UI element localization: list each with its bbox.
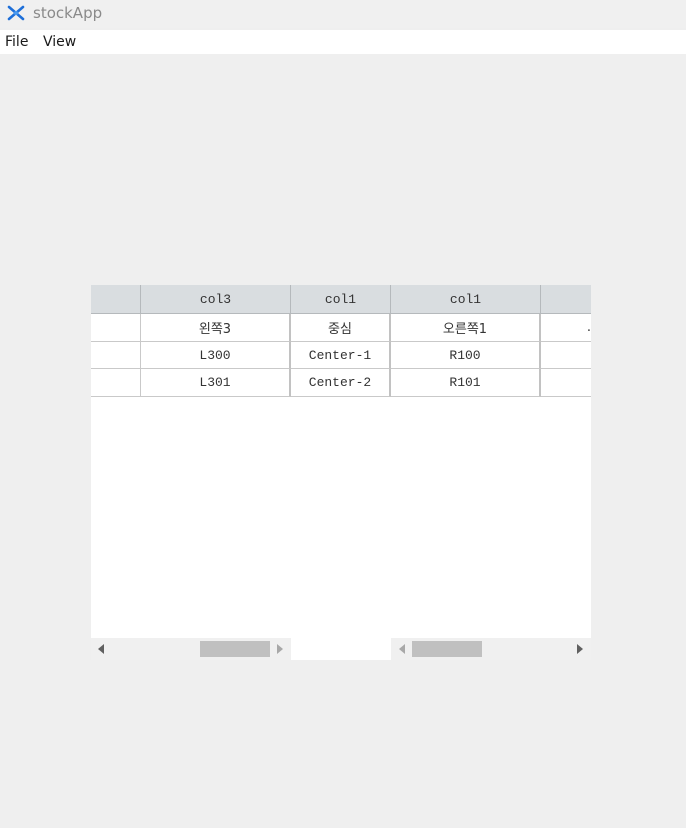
table-cell[interactable]: 왼쪽3 [141,314,291,342]
header-cell-right-col1[interactable]: col1 [391,285,541,314]
scrollbar-thumb[interactable] [200,641,270,657]
header-cell-col3[interactable]: col3 [141,285,291,314]
menu-view[interactable]: View [43,34,76,50]
scrollbar-thumb[interactable] [412,641,482,657]
scroll-left-arrow-icon[interactable] [399,644,405,654]
scroll-right-arrow-icon[interactable] [277,644,283,654]
scroll-left-arrow-icon[interactable] [98,644,104,654]
table-cell[interactable] [91,342,141,369]
table-cell[interactable]: R101 [391,369,541,397]
table-cell[interactable]: L301 [141,369,291,397]
table-cell[interactable]: Center-2 [291,369,391,397]
menu-bar: File View [0,30,686,54]
scroll-right-arrow-icon[interactable] [577,644,583,654]
table-cell[interactable]: R100 [391,342,541,369]
right-horizontal-scrollbar[interactable] [391,638,591,660]
header-cell-center-col1[interactable]: col1 [291,285,391,314]
header-cell-right-1[interactable] [541,285,591,314]
menu-file[interactable]: File [5,34,28,50]
table-cell[interactable] [91,314,141,342]
header-cell-left-0[interactable] [91,285,141,314]
left-horizontal-scrollbar[interactable] [91,638,291,660]
split-table: col3 col1 col1 왼쪽3 중심 오른쪽1 . L300 Center… [91,285,591,660]
table-cell[interactable]: 오른쪽1 [391,314,541,342]
app-logo-icon [7,5,25,21]
table-cell[interactable] [541,342,591,369]
table-cell[interactable]: 중심 [291,314,391,342]
table-cell[interactable] [541,369,591,397]
table-cell[interactable] [91,369,141,397]
window-title: stockApp [33,4,103,22]
title-bar: stockApp [0,0,686,28]
table-cell[interactable]: . [541,314,591,342]
table-cell[interactable]: Center-1 [291,342,391,369]
table-cell[interactable]: L300 [141,342,291,369]
